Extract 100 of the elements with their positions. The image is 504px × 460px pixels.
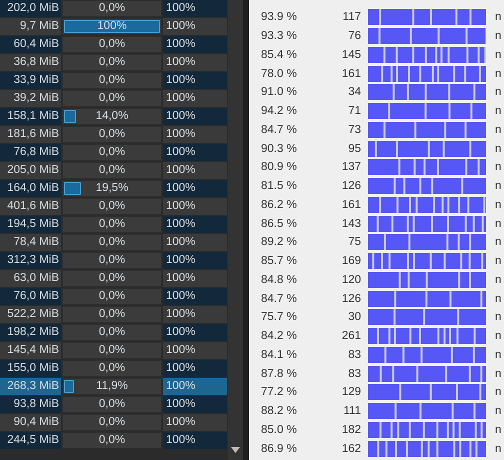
count-cell: 30 [348, 311, 361, 324]
status-cell: n [495, 330, 502, 342]
status-cell: n [495, 311, 502, 324]
cpu-value: 0,0% [98, 397, 126, 412]
percent-cell: 80.9 % [261, 161, 297, 174]
count-cell: 145 [342, 48, 361, 61]
limit-cell: 100% [163, 198, 227, 215]
limit-cell: 100% [163, 432, 227, 449]
count-cell: 143 [342, 218, 361, 230]
cpu-value: 0,0% [98, 91, 126, 106]
status-cell: n [495, 30, 502, 42]
count-cell: 162 [342, 442, 361, 455]
cpu-value: 0,0% [98, 289, 126, 304]
memory-cell: 63,0 MiB [0, 270, 61, 287]
limit-cell: 100% [163, 180, 227, 197]
limit-cell: 100% [163, 0, 227, 17]
status-cell: n [495, 236, 502, 248]
count-cell: 75 [348, 236, 361, 248]
cpu-value: 0,0% [98, 127, 126, 142]
limit-cell: 100% [163, 90, 227, 107]
limit-cell: 100% [163, 36, 227, 53]
limit-cell: 100% [163, 108, 227, 125]
memory-cell: 9,7 MiB [0, 18, 61, 35]
percent-cell: 84.7 % [261, 124, 297, 136]
percent-cell: 93.9 % [261, 11, 297, 24]
percent-cell: 84.7 % [261, 292, 297, 305]
percent-cell: 94.2 % [261, 105, 297, 118]
memory-cell: 522,2 MiB [0, 306, 61, 323]
percent-cell: 87.8 % [261, 368, 297, 380]
memory-cell: 194,5 MiB [0, 216, 61, 233]
status-cell: n [495, 442, 502, 455]
memory-cell: 205,0 MiB [0, 162, 61, 179]
count-cell: 95 [348, 142, 361, 155]
memory-cell: 36,8 MiB [0, 54, 61, 71]
cpu-value: 0,0% [98, 271, 126, 286]
status-cell: n [495, 218, 502, 230]
percent-cell: 78.0 % [261, 68, 297, 80]
status-cell: n [495, 348, 502, 361]
cpu-value: 0,0% [98, 253, 126, 268]
memory-cell: 158,1 MiB [0, 108, 61, 125]
status-cell: n [495, 86, 502, 98]
memory-cell: 401,6 MiB [0, 198, 61, 215]
status-cell: n [495, 124, 502, 136]
limit-cell: 100% [163, 342, 227, 359]
status-cell: n [495, 292, 502, 305]
status-cell: n [495, 405, 502, 418]
memory-cell: 60,4 MiB [0, 36, 61, 53]
cpu-value: 0,0% [98, 1, 126, 16]
cpu-value: 0,0% [98, 361, 126, 376]
percent-cell: 89.2 % [261, 236, 297, 248]
memory-cell: 244,5 MiB [0, 432, 61, 449]
limit-cell: 100% [163, 126, 227, 143]
memory-cell: 76,8 MiB [0, 144, 61, 161]
cpu-value: 0,0% [98, 325, 126, 340]
cpu-value: 0,0% [98, 163, 126, 178]
status-cell: n [495, 274, 502, 286]
memory-cell: 78,4 MiB [0, 234, 61, 251]
count-cell: 126 [342, 292, 361, 305]
limit-cell: 100% [163, 396, 227, 413]
count-cell: 117 [342, 11, 361, 24]
percent-cell: 85.4 % [261, 48, 297, 61]
limit-cell: 100% [163, 324, 227, 341]
cpu-value: 0,0% [98, 73, 126, 88]
cpu-value: 0,0% [98, 433, 126, 448]
status-cell: n [495, 11, 502, 24]
memory-cell: 93,8 MiB [0, 396, 61, 413]
cpu-value: 0,0% [98, 343, 126, 358]
status-cell: n [495, 180, 502, 192]
limit-cell: 100% [163, 162, 227, 179]
cpu-value: 0,0% [98, 55, 126, 70]
percent-cell: 85.0 % [261, 424, 297, 436]
limit-cell: 100% [163, 72, 227, 89]
status-cell: n [495, 198, 502, 211]
memory-cell: 312,3 MiB [0, 252, 61, 269]
cpu-value: 0,0% [98, 307, 126, 322]
count-cell: 261 [342, 330, 361, 342]
percent-cell: 88.2 % [261, 405, 297, 418]
percent-cell: 84.1 % [261, 348, 297, 361]
status-cell: n [495, 424, 502, 436]
limit-cell: 100% [163, 288, 227, 305]
percent-cell: 90.3 % [261, 142, 297, 155]
status-cell: n [495, 161, 502, 174]
memory-cell: 198,2 MiB [0, 324, 61, 341]
count-cell: 126 [342, 180, 361, 192]
scroll-down-icon[interactable] [228, 446, 243, 454]
limit-cell: 100% [163, 252, 227, 269]
percent-cell: 91.0 % [261, 86, 297, 98]
count-cell: 182 [342, 424, 361, 436]
count-cell: 34 [348, 86, 361, 98]
limit-cell: 100% [163, 414, 227, 431]
status-cell: n [495, 368, 502, 380]
memory-cell: 145,4 MiB [0, 342, 61, 359]
percent-cell: 85.7 % [261, 255, 297, 268]
percent-cell: 86.2 % [261, 198, 297, 211]
memory-cell: 164,0 MiB [0, 180, 61, 197]
status-cell: n [495, 386, 502, 398]
limit-cell: 100% [163, 18, 227, 35]
memory-cell: 39,2 MiB [0, 90, 61, 107]
count-cell: 161 [342, 198, 361, 211]
percent-cell: 77.2 % [261, 386, 297, 398]
